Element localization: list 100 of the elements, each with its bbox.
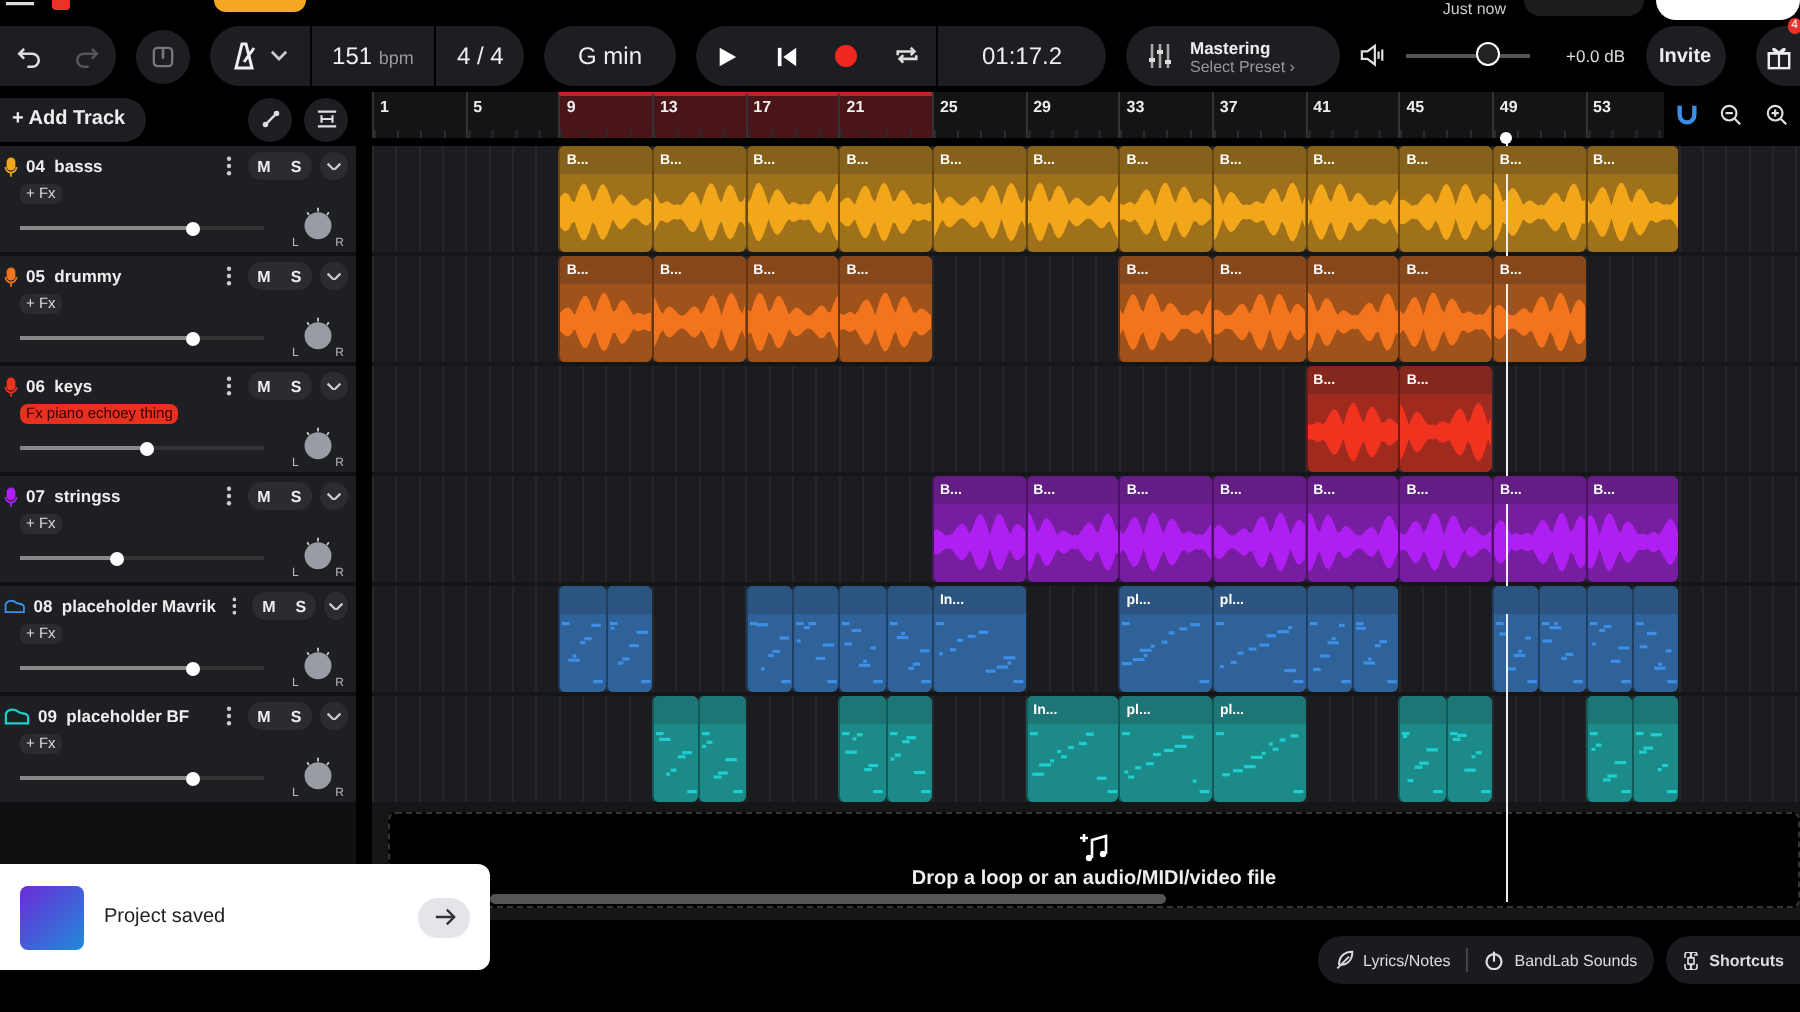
feather-icon bbox=[1333, 950, 1354, 970]
mute-button[interactable]: M bbox=[248, 372, 280, 400]
ruler-bar-number[interactable]: 21 bbox=[838, 92, 932, 138]
more-icon[interactable] bbox=[226, 266, 232, 286]
waveform bbox=[1400, 288, 1492, 356]
clip[interactable] bbox=[1585, 696, 1632, 802]
horizontal-scrollbar[interactable] bbox=[490, 894, 1166, 904]
expand-button[interactable] bbox=[320, 702, 348, 730]
volume-icon[interactable] bbox=[1360, 44, 1386, 68]
clip[interactable] bbox=[698, 696, 746, 802]
zoom-out-icon[interactable] bbox=[1720, 104, 1743, 126]
key-button[interactable]: G min bbox=[544, 26, 676, 86]
zoom-in-icon[interactable] bbox=[1766, 104, 1789, 126]
pan-knob[interactable] bbox=[300, 206, 336, 242]
track-name[interactable]: 06 keys bbox=[26, 376, 93, 396]
clip[interactable] bbox=[652, 696, 699, 802]
expand-button[interactable] bbox=[324, 592, 348, 620]
magnet-icon[interactable] bbox=[1675, 104, 1698, 126]
solo-button[interactable]: S bbox=[284, 592, 317, 620]
mute-button[interactable]: M bbox=[248, 482, 280, 510]
drop-zone[interactable]: Drop a loop or an audio/MIDI/video file bbox=[388, 812, 1800, 908]
expand-button[interactable] bbox=[320, 482, 348, 510]
expand-button[interactable] bbox=[320, 262, 348, 290]
clip[interactable] bbox=[1538, 586, 1586, 692]
solo-button[interactable]: S bbox=[280, 262, 312, 290]
midi-notes bbox=[1400, 728, 1446, 796]
clip[interactable] bbox=[838, 696, 886, 802]
waveform bbox=[1120, 508, 1212, 576]
expand-button[interactable] bbox=[320, 152, 348, 180]
track-name[interactable]: 07 stringss bbox=[26, 486, 121, 506]
pan-knob[interactable] bbox=[300, 426, 336, 462]
pan-knob[interactable] bbox=[300, 316, 336, 352]
waveform bbox=[934, 508, 1026, 576]
clip[interactable] bbox=[558, 586, 606, 692]
add-track-button[interactable]: + Add Track bbox=[0, 97, 146, 141]
panel-toggle-button[interactable] bbox=[136, 29, 190, 83]
solo-button[interactable]: S bbox=[280, 152, 312, 180]
waveform bbox=[1587, 508, 1679, 576]
pan-knob[interactable] bbox=[300, 756, 336, 792]
track-name[interactable]: 09 placeholder BF bbox=[38, 706, 190, 726]
solo-button[interactable]: S bbox=[280, 702, 312, 730]
ruler-bar-number[interactable]: 29 bbox=[1025, 92, 1119, 138]
clip[interactable] bbox=[1631, 696, 1679, 802]
ruler-bar-number[interactable]: 13 bbox=[651, 92, 746, 138]
clip[interactable] bbox=[745, 586, 792, 692]
mastering-button[interactable]: Mastering Select Preset › bbox=[1126, 26, 1340, 86]
clip[interactable] bbox=[1631, 586, 1679, 692]
waveform bbox=[1493, 178, 1586, 246]
mute-button[interactable]: M bbox=[248, 262, 280, 290]
clip[interactable] bbox=[838, 586, 886, 692]
footer-button[interactable]: Lyrics/Notes bbox=[1333, 936, 1451, 984]
solo-button[interactable]: S bbox=[280, 482, 312, 510]
mute-button[interactable]: M bbox=[248, 152, 280, 180]
more-icon[interactable] bbox=[226, 376, 232, 396]
waveform bbox=[1493, 508, 1586, 576]
clip[interactable] bbox=[1305, 586, 1352, 692]
clip[interactable] bbox=[885, 696, 932, 802]
pan-knob[interactable] bbox=[300, 536, 336, 572]
clip[interactable] bbox=[1398, 696, 1446, 802]
clip[interactable] bbox=[885, 586, 932, 692]
publish-button[interactable] bbox=[1656, 0, 1800, 20]
redo-icon bbox=[74, 43, 100, 69]
clip[interactable] bbox=[1445, 696, 1492, 802]
ruler-bar-number[interactable]: 17 bbox=[745, 92, 839, 138]
expand-button[interactable] bbox=[320, 372, 348, 400]
metronome-icon bbox=[230, 42, 259, 70]
solo-button[interactable]: S bbox=[280, 372, 312, 400]
tracks-icon bbox=[315, 108, 337, 130]
track-name[interactable]: 08 placeholder Mavrik bbox=[33, 596, 216, 616]
tempo-value[interactable]: 151 bpm bbox=[311, 42, 435, 70]
clip[interactable] bbox=[1351, 586, 1399, 692]
track-settings-button[interactable] bbox=[304, 97, 348, 141]
ruler-bar-number[interactable]: 5 bbox=[465, 92, 559, 138]
midi-notes bbox=[1120, 728, 1212, 796]
clip[interactable] bbox=[791, 586, 839, 692]
master-volume-slider[interactable] bbox=[1406, 42, 1530, 70]
more-icon[interactable] bbox=[226, 156, 232, 176]
menu-icon[interactable] bbox=[6, 0, 34, 8]
toast-message: Project saved bbox=[104, 906, 226, 928]
waveform bbox=[1587, 178, 1679, 246]
more-icon[interactable] bbox=[226, 486, 232, 506]
automation-button[interactable] bbox=[248, 97, 292, 141]
ruler-bar-number[interactable]: 9 bbox=[558, 92, 652, 138]
clip[interactable] bbox=[1585, 586, 1632, 692]
pan-knob[interactable] bbox=[300, 646, 336, 682]
clip[interactable] bbox=[1491, 586, 1539, 692]
track-name[interactable]: 05 drummy bbox=[26, 266, 122, 286]
more-icon[interactable] bbox=[231, 596, 237, 616]
invite-button[interactable]: Invite bbox=[1645, 26, 1726, 86]
more-icon[interactable] bbox=[226, 706, 232, 726]
footer-button[interactable]: Shortcuts bbox=[1665, 936, 1800, 984]
arrow-button[interactable] bbox=[418, 897, 470, 937]
clip[interactable] bbox=[605, 586, 652, 692]
track-name[interactable]: 04 basss bbox=[26, 156, 103, 176]
mute-button[interactable]: M bbox=[252, 592, 285, 620]
mute-button[interactable]: M bbox=[248, 702, 280, 730]
midi-notes bbox=[747, 618, 792, 686]
time-signature[interactable]: 4 / 4 bbox=[436, 42, 525, 70]
footer-button[interactable]: BandLab Sounds bbox=[1484, 936, 1638, 984]
midi-notes bbox=[560, 618, 606, 686]
